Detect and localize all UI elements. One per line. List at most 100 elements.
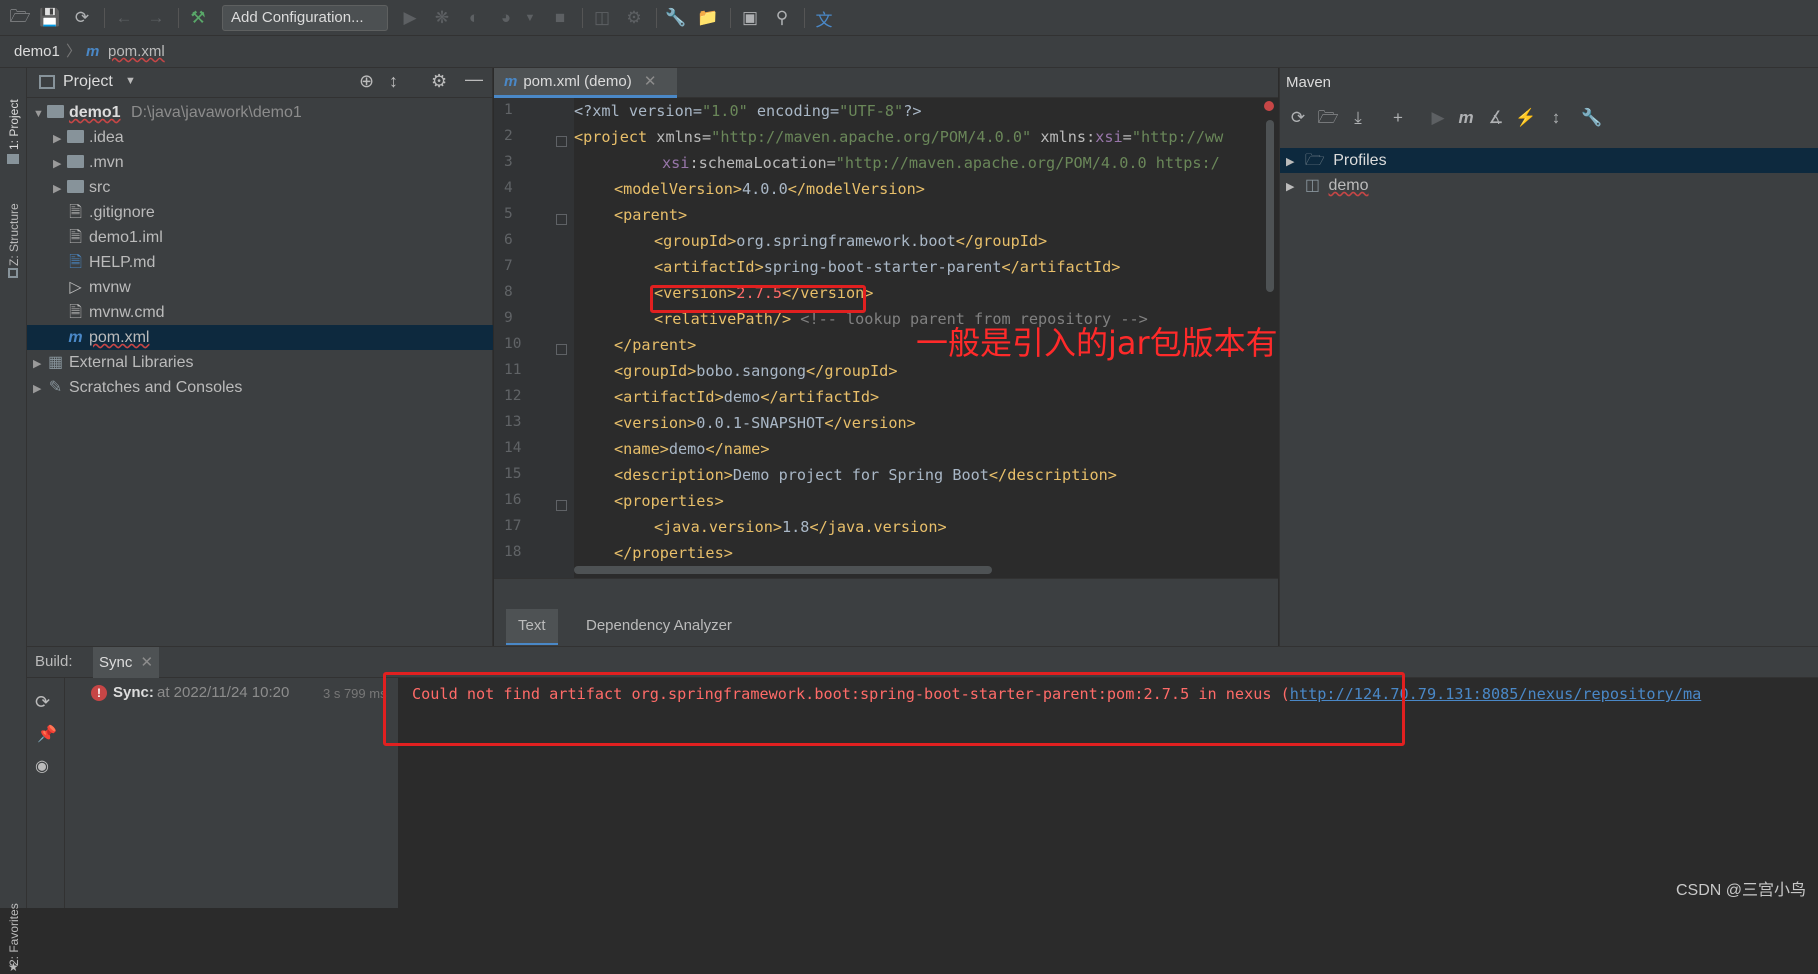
open-folder-icon[interactable]: 🗁 <box>8 6 32 30</box>
back-icon[interactable]: ← <box>112 6 136 30</box>
tree-item-mvnw-cmd[interactable]: 🗎 mvnw.cmd <box>27 300 493 325</box>
tree-item-demo1[interactable]: ▼ demo1 D:\java\javawork\demo1 <box>27 100 493 125</box>
add-icon[interactable]: + <box>1386 106 1410 130</box>
line-number: 2 <box>504 128 513 144</box>
code-line: <parent> <box>614 206 688 224</box>
line-number: 8 <box>504 284 513 300</box>
fold-marker-icon[interactable] <box>556 500 567 511</box>
pin-icon[interactable]: 📌 <box>37 724 57 744</box>
tab-favorites-tool[interactable]: 2: Favorites <box>7 890 21 966</box>
breadcrumb-project[interactable]: demo1 <box>14 36 60 67</box>
debug-icon[interactable]: ❋ <box>430 6 454 30</box>
save-icon[interactable]: 💾 <box>38 6 62 30</box>
project-panel-title[interactable]: Project <box>63 73 113 91</box>
horizontal-scrollbar[interactable] <box>574 566 992 574</box>
chevron-down-icon[interactable]: ▼ <box>125 75 136 87</box>
collapse-all-icon[interactable]: ↕ <box>1544 106 1568 130</box>
skip-tests-icon[interactable]: ⚡ <box>1514 106 1538 130</box>
tree-item-idea[interactable]: ▶ .idea <box>27 125 493 150</box>
tree-item-mvn[interactable]: ▶ .mvn <box>27 150 493 175</box>
tree-item-label: pom.xml <box>89 329 150 346</box>
eye-icon[interactable]: ◉ <box>35 756 49 776</box>
maven-panel: Maven ⟳ 🗁 ⤓ + ▶ m ∡ ⚡ ↕ 🔧 ▶ 🗁 Profiles ▶… <box>1279 68 1818 646</box>
collapsed-arrow-icon[interactable]: ▶ <box>33 377 47 402</box>
maven-module-icon: ◫ <box>1304 177 1321 194</box>
code-line: xsi:schemaLocation="http://maven.apache.… <box>662 154 1220 172</box>
collapsed-arrow-icon[interactable]: ▶ <box>53 177 67 202</box>
vertical-scrollbar[interactable] <box>1266 120 1274 292</box>
rerun-icon[interactable]: ⟳ <box>35 692 50 713</box>
collapsed-arrow-icon[interactable]: ▶ <box>53 152 67 177</box>
search-icon[interactable]: ⚲ <box>770 6 794 30</box>
toolbar-divider <box>804 8 805 28</box>
settings-wrench-icon[interactable]: 🔧 <box>664 6 688 30</box>
tree-item-mvnw[interactable]: ▷ mvnw <box>27 275 493 300</box>
run-icon[interactable]: ▶ <box>398 6 422 30</box>
tree-item-label: Scratches and Consoles <box>69 379 243 396</box>
maven-goal-icon[interactable]: m <box>1454 106 1478 130</box>
build-label: Build: <box>35 653 73 670</box>
fold-marker-icon[interactable] <box>556 344 567 355</box>
line-number: 4 <box>504 180 513 196</box>
reload-icon[interactable]: ⟳ <box>1286 106 1310 130</box>
tree-item-pom-xml[interactable]: m pom.xml <box>27 325 493 350</box>
toggle-offline-icon[interactable]: ∡ <box>1484 106 1508 130</box>
line-number: 10 <box>504 336 522 352</box>
tab-sync[interactable]: Sync ✕ <box>93 647 160 678</box>
scratches-icon: ✎ <box>48 379 63 396</box>
collapsed-arrow-icon[interactable]: ▶ <box>53 127 67 152</box>
fold-marker-icon[interactable] <box>556 214 567 225</box>
tree-item-src[interactable]: ▶ src <box>27 175 493 200</box>
project-structure-icon[interactable]: 📁 <box>696 6 720 30</box>
terminal-icon[interactable]: ▣ <box>738 6 762 30</box>
tree-item-demo1-iml[interactable]: 🗎 demo1.iml <box>27 225 493 250</box>
gear-icon[interactable]: ⚙ <box>431 71 447 92</box>
download-icon[interactable]: ⤓ <box>1346 106 1370 130</box>
add-configuration-button[interactable]: Add Configuration... <box>222 5 388 31</box>
folder-icon <box>67 130 84 143</box>
build-side-toolbar: ⟳ 📌 ◉ <box>27 678 65 908</box>
forward-icon[interactable]: → <box>144 6 168 30</box>
tab-label: pom.xml (demo) <box>523 73 632 90</box>
attach-icon[interactable]: ◫ <box>590 6 614 30</box>
tree-item-help-md[interactable]: 🗎 HELP.md <box>27 250 493 275</box>
tab-pom-xml[interactable]: m pom.xml (demo) ✕ <box>494 68 677 98</box>
collapsed-arrow-icon[interactable]: ▶ <box>33 352 47 377</box>
maven-item-demo[interactable]: ▶ ◫ demo <box>1280 173 1818 198</box>
close-icon[interactable]: ✕ <box>141 654 154 671</box>
tree-item-label: mvnw.cmd <box>89 304 165 321</box>
tree-item-label: .gitignore <box>89 204 155 221</box>
error-indicator-icon[interactable] <box>1264 101 1274 111</box>
fold-marker-icon[interactable] <box>556 136 567 147</box>
close-icon[interactable]: ✕ <box>644 73 657 90</box>
sync-time: at 2022/11/24 10:20 <box>157 684 290 701</box>
minimize-icon[interactable]: — <box>465 69 483 90</box>
profile-icon[interactable]: ◕ <box>494 6 518 30</box>
tab-label: Sync <box>99 654 133 671</box>
build-hammer-icon[interactable]: ⚒ <box>186 6 210 30</box>
tab-dependency-analyzer[interactable]: Dependency Analyzer <box>574 609 744 645</box>
wrench-icon[interactable]: 🔧 <box>1580 106 1604 130</box>
update-icon[interactable]: ⚙ <box>622 6 646 30</box>
stop-icon[interactable]: ■ <box>548 6 572 30</box>
tree-item-scratches[interactable]: ▶ ✎ Scratches and Consoles <box>27 375 493 400</box>
tree-item-gitignore[interactable]: 🗎 .gitignore <box>27 200 493 225</box>
tab-project-tool[interactable]: 1: Project <box>7 74 21 150</box>
run-icon[interactable]: ▶ <box>1426 106 1450 130</box>
tab-text[interactable]: Text <box>506 609 558 645</box>
translate-icon[interactable]: 文 <box>812 6 836 30</box>
tree-item-external-libraries[interactable]: ▶ ▦ External Libraries <box>27 350 493 375</box>
sync-label[interactable]: Sync: <box>113 684 154 701</box>
collapse-all-icon[interactable]: ↕ <box>389 71 398 92</box>
collapsed-arrow-icon[interactable]: ▶ <box>1286 181 1294 193</box>
locate-icon[interactable]: ⊕ <box>359 71 374 92</box>
expanded-arrow-icon[interactable]: ▼ <box>33 102 47 127</box>
coverage-icon[interactable]: ◐ <box>462 6 486 30</box>
generate-sources-icon[interactable]: 🗁 <box>1316 106 1340 130</box>
sync-icon[interactable]: ⟳ <box>70 6 94 30</box>
tab-structure-tool[interactable]: Z: Structure <box>7 180 21 266</box>
collapsed-arrow-icon[interactable]: ▶ <box>1286 156 1294 168</box>
maven-item-profiles[interactable]: ▶ 🗁 Profiles <box>1280 148 1818 173</box>
profile-dropdown-chevron-icon[interactable]: ▼ <box>518 6 542 30</box>
breadcrumb-file[interactable]: pom.xml <box>108 36 165 67</box>
